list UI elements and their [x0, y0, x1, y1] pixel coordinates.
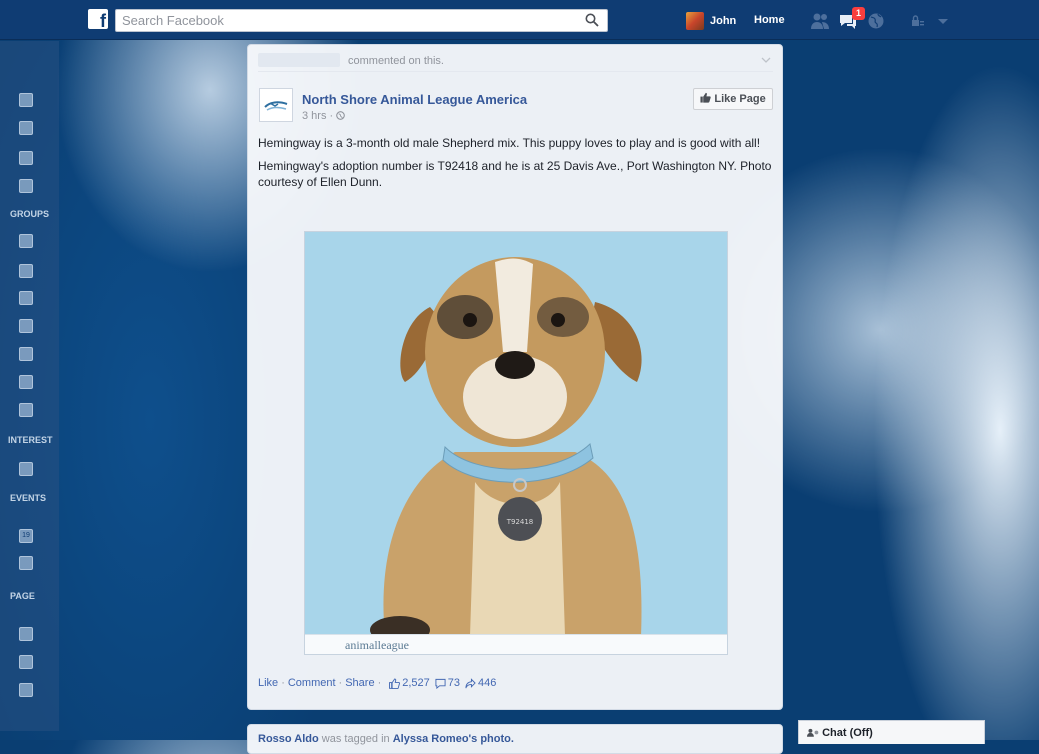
user-name: John — [710, 15, 737, 27]
messages-shortcut-icon[interactable] — [19, 151, 33, 165]
share-arrow-icon — [465, 677, 476, 688]
privacy-shortcuts-icon[interactable] — [910, 12, 930, 30]
news-feed-post: commented on this. North Shore Animal Le… — [247, 44, 783, 710]
photo-watermark: animalleague — [305, 634, 727, 654]
profile-link[interactable]: John — [686, 12, 736, 30]
notification-badge: 1 — [852, 7, 865, 20]
search-box[interactable] — [115, 9, 608, 32]
groups-section-label: GROUPS — [10, 209, 50, 219]
animal-league-logo-icon — [264, 101, 288, 111]
chat-label: Chat (Off) — [822, 727, 873, 739]
post-body: Hemingway is a 3-month old male Shepherd… — [258, 135, 773, 197]
like-page-label: Like Page — [714, 93, 766, 105]
target-photo-link[interactable]: Alyssa Romeo's photo. — [393, 733, 514, 745]
story-activity-header: commented on this. — [258, 53, 773, 72]
story-verb: was tagged in — [321, 733, 390, 745]
likes-count[interactable]: 2,527 — [389, 677, 430, 689]
public-globe-icon — [336, 111, 346, 120]
next-feed-post: Rosso Aldo was tagged in Alyssa Romeo's … — [247, 724, 783, 754]
separator-dot: · — [338, 677, 343, 689]
events-section-label: EVENTS — [10, 493, 47, 503]
search-icon[interactable] — [585, 13, 599, 27]
friend-requests-icon[interactable] — [810, 12, 830, 30]
facebook-logo[interactable]: f — [88, 9, 108, 29]
group-icon[interactable] — [19, 375, 33, 389]
notifications-globe-icon[interactable] — [866, 12, 886, 30]
like-page-button[interactable]: Like Page — [693, 88, 773, 110]
thumbs-up-icon — [389, 677, 401, 689]
post-photo[interactable]: T92418 animalleague — [304, 231, 728, 655]
group-icon[interactable] — [19, 319, 33, 333]
group-icon[interactable] — [19, 403, 33, 417]
comments-count[interactable]: 73 — [435, 677, 460, 689]
comment-bubble-icon — [435, 678, 446, 689]
post-paragraph: Hemingway's adoption number is T92418 an… — [258, 159, 772, 189]
favorite-icon[interactable] — [19, 93, 33, 107]
like-link[interactable]: Like — [258, 677, 278, 689]
comment-link[interactable]: Comment — [288, 677, 336, 689]
search-input[interactable] — [116, 10, 588, 31]
redacted-name — [258, 53, 340, 67]
page-name-link[interactable]: North Shore Animal League America — [302, 92, 527, 107]
account-menu-chevron-down-icon[interactable] — [934, 12, 954, 30]
page-icon[interactable] — [19, 655, 33, 669]
news-feed-icon[interactable] — [19, 121, 33, 135]
interests-section-label: INTEREST — [8, 435, 53, 445]
page-avatar[interactable] — [259, 88, 293, 122]
svg-text:T92418: T92418 — [506, 518, 534, 526]
home-link[interactable]: Home — [754, 14, 785, 26]
calendar-icon[interactable]: 19 — [19, 529, 33, 543]
page-icon[interactable] — [19, 627, 33, 641]
shares-count[interactable]: 446 — [465, 677, 496, 689]
separator-dot: · — [377, 677, 382, 689]
thumbs-up-icon — [700, 92, 711, 103]
group-icon[interactable] — [19, 264, 33, 278]
post-actions-bar: Like · Comment · Share · 2,527 73 446 — [258, 677, 496, 689]
activity-text: commented on this. — [348, 55, 444, 67]
group-icon[interactable] — [19, 291, 33, 305]
pages-section-label: PAGE — [10, 591, 35, 601]
chat-tab[interactable]: Chat (Off) — [798, 720, 985, 744]
group-icon[interactable] — [19, 347, 33, 361]
chevron-down-icon[interactable] — [761, 55, 771, 65]
shortcut-icon[interactable] — [19, 179, 33, 193]
post-paragraph: Hemingway is a 3-month old male Shepherd… — [258, 136, 761, 150]
puppy-photo-illustration: T92418 — [370, 257, 642, 644]
share-link[interactable]: Share — [345, 677, 374, 689]
separator-dot: · — [281, 677, 285, 689]
group-icon[interactable] — [19, 234, 33, 248]
interest-list-icon[interactable] — [19, 462, 33, 476]
actor-name-link[interactable]: Rosso Aldo — [258, 733, 319, 745]
chat-status-icon — [807, 728, 819, 737]
top-navigation-bar: f John Home 1 — [0, 0, 1039, 40]
left-sidebar: GROUPS INTEREST EVENTS 19 PAGE — [0, 41, 59, 731]
create-event-icon[interactable] — [19, 556, 33, 570]
user-avatar — [686, 12, 704, 30]
post-timestamp[interactable]: 3 hrs · — [302, 110, 346, 122]
page-icon[interactable] — [19, 683, 33, 697]
next-post-header: Rosso Aldo was tagged in Alyssa Romeo's … — [258, 733, 514, 745]
